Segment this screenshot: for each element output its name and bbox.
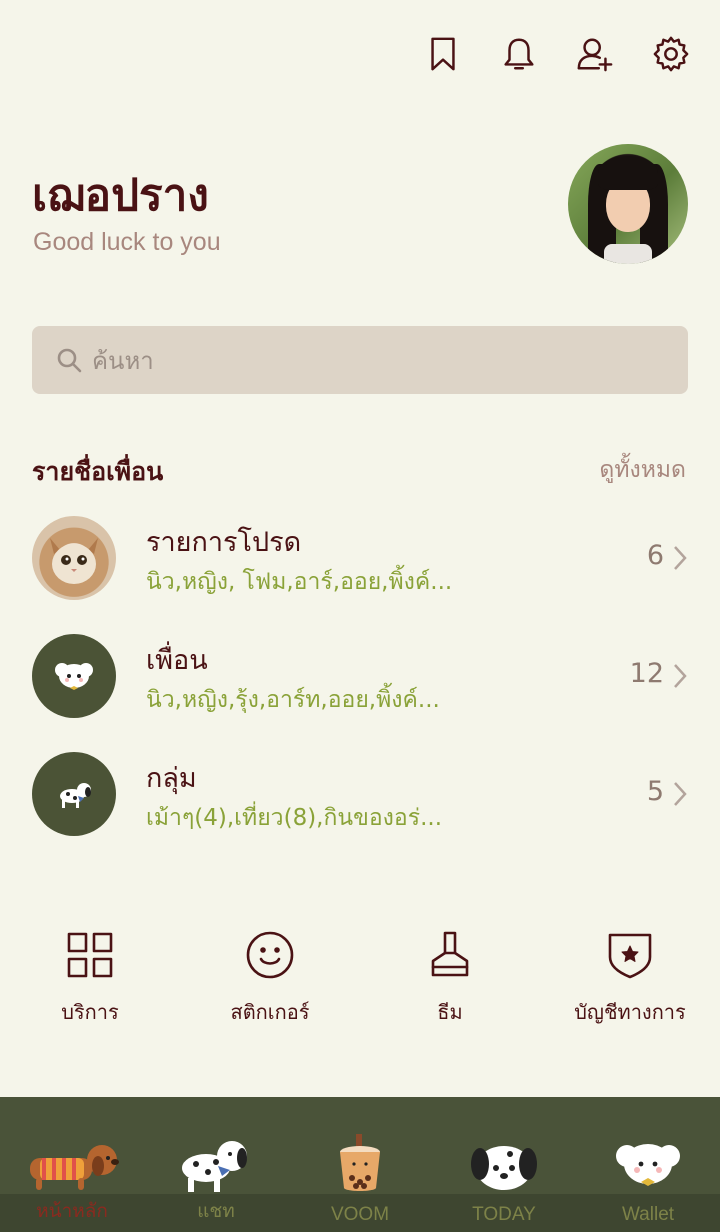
chevron-right-icon xyxy=(672,662,688,690)
list-item-friends[interactable]: เพื่อน นิว,หญิง,รุ้ง,อาร์ท,ออย,พิ้งค์...… xyxy=(32,634,688,720)
favorites-thumbnail xyxy=(32,516,116,600)
profile-avatar[interactable] xyxy=(568,144,688,264)
tab-today[interactable]: TODAY xyxy=(432,1097,576,1232)
friends-count: 12 xyxy=(629,658,664,689)
shield-star-icon xyxy=(608,933,652,979)
search-input[interactable]: ค้นหา xyxy=(32,326,688,394)
bottom-tab-bar: หน้าหลัก แชท VOOM TODAY Wallet xyxy=(0,1097,720,1232)
tab-chats[interactable]: แชท xyxy=(144,1097,288,1232)
poodle-sticker-icon xyxy=(55,663,93,690)
avatar-hair-top xyxy=(598,156,658,190)
tab-home[interactable]: หน้าหลัก xyxy=(0,1097,144,1232)
tab-today-label: TODAY xyxy=(472,1204,536,1225)
dalmatian-sticker-icon xyxy=(60,783,91,808)
groups-count: 5 xyxy=(646,776,664,807)
avatar-shirt xyxy=(604,244,652,264)
favorites-subtitle: นิว,หญิง, โฟม,อาร์,ออย,พิ้งค์... xyxy=(146,569,453,595)
friends-thumbnail xyxy=(32,634,116,718)
search-placeholder: ค้นหา xyxy=(92,346,154,375)
chevron-right-icon xyxy=(672,544,688,572)
tab-wallet[interactable]: Wallet xyxy=(576,1097,720,1232)
header-actions xyxy=(424,34,690,74)
groups-subtitle: เม้าๆ(4),เที่ยว(8),กินของอร่... xyxy=(146,805,443,831)
service-stickers-label: สติกเกอร์ xyxy=(230,1000,310,1024)
tab-chats-label: แชท xyxy=(197,1201,235,1222)
service-themes-button[interactable]: ธีม xyxy=(360,924,540,1028)
list-item-groups[interactable]: กลุ่ม เม้าๆ(4),เที่ยว(8),กินของอร่... 5 xyxy=(32,752,688,838)
grid-icon xyxy=(67,932,113,978)
favorites-title: รายการโปรด xyxy=(146,527,302,558)
service-stickers-button[interactable]: สติกเกอร์ xyxy=(180,924,360,1028)
groups-title: กลุ่ม xyxy=(146,763,197,794)
cat-image-icon xyxy=(50,538,98,584)
smiley-icon xyxy=(246,931,294,979)
gear-icon[interactable] xyxy=(652,34,690,74)
see-all-link[interactable]: ดูทั้งหมด xyxy=(599,452,686,488)
favorites-count: 6 xyxy=(646,540,664,571)
services-row: บริการ สติกเกอร์ ธีม บัญชีทางการ xyxy=(0,924,720,1034)
dachshund-mascot-icon xyxy=(30,1145,119,1190)
poodle-mascot-icon xyxy=(616,1144,680,1186)
friends-title: เพื่อน xyxy=(146,645,208,676)
friends-section-title: รายชื่อเพื่อน xyxy=(32,457,164,486)
service-themes-label: ธีม xyxy=(437,1000,463,1024)
list-item-favorites[interactable]: รายการโปรด นิว,หญิง, โฟม,อาร์,ออย,พิ้งค์… xyxy=(32,516,688,602)
groups-thumbnail xyxy=(32,752,116,836)
bookmark-icon[interactable] xyxy=(424,34,462,74)
tab-wallet-label: Wallet xyxy=(621,1204,675,1225)
service-services-button[interactable]: บริการ xyxy=(0,924,180,1028)
puppy-mascot-icon xyxy=(471,1146,537,1190)
tab-voom-label: VOOM xyxy=(330,1204,390,1225)
chevron-right-icon xyxy=(672,780,688,808)
add-friend-icon[interactable] xyxy=(576,34,614,74)
service-official-accounts-button[interactable]: บัญชีทางการ xyxy=(540,924,720,1028)
service-official-accounts-label: บัญชีทางการ xyxy=(574,1000,686,1024)
brush-icon xyxy=(431,931,469,977)
search-icon xyxy=(57,348,82,373)
profile-status-message[interactable]: Good luck to you xyxy=(33,228,221,257)
bell-icon[interactable] xyxy=(500,34,538,74)
service-services-label: บริการ xyxy=(61,1000,119,1024)
tab-home-label: หน้าหลัก xyxy=(36,1201,108,1222)
bubble-tea-mascot-icon xyxy=(340,1134,380,1191)
friends-subtitle: นิว,หญิง,รุ้ง,อาร์ท,ออย,พิ้งค์... xyxy=(146,687,440,713)
dalmatian-mascot-icon xyxy=(182,1141,247,1192)
tab-voom[interactable]: VOOM xyxy=(288,1097,432,1232)
profile-name[interactable]: เฌอปราง xyxy=(32,160,209,230)
